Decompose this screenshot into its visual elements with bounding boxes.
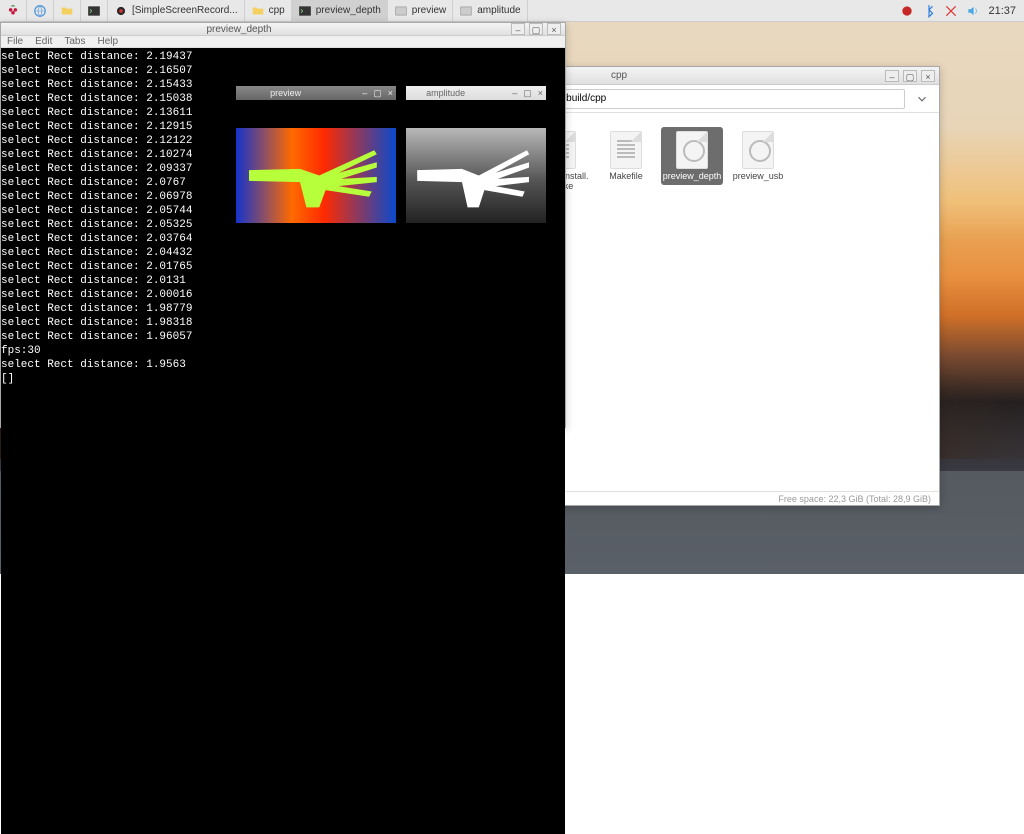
taskbar: [SimpleScreenRecord... cpp preview_depth… (0, 0, 1024, 22)
minimize-button[interactable]: – (509, 86, 520, 100)
maximize-button[interactable]: ▢ (520, 86, 535, 100)
taskbar-item-label: preview_depth (316, 5, 381, 16)
record-indicator-icon[interactable] (900, 4, 914, 18)
terminal-menubar: File Edit Tabs Help (1, 36, 565, 48)
folder-icon (251, 4, 265, 18)
taskbar-item-label: amplitude (477, 5, 520, 16)
preview-window: preview – ▢ × (236, 58, 396, 251)
minimize-button[interactable]: – (511, 23, 525, 35)
taskbar-item-recorder[interactable]: [SimpleScreenRecord... (108, 0, 245, 21)
browser-button[interactable] (27, 0, 54, 21)
file-name: preview_depth (663, 171, 722, 181)
status-right: Free space: 22,3 GiB (Total: 28,9 GiB) (778, 494, 931, 504)
window-icon (459, 4, 473, 18)
close-button[interactable]: × (535, 86, 546, 100)
raspberry-icon (6, 4, 20, 18)
taskbar-item-previewdepth[interactable]: preview_depth (292, 0, 388, 21)
taskbar-item-label: [SimpleScreenRecord... (132, 5, 238, 16)
path-dropdown-button[interactable] (911, 88, 933, 110)
file-name: preview_usb (733, 171, 784, 181)
volume-icon[interactable] (966, 4, 980, 18)
file-item[interactable]: preview_depth (661, 127, 723, 185)
preview-title: preview (212, 86, 359, 100)
executable-icon (742, 131, 774, 169)
maximize-button[interactable]: ▢ (529, 23, 543, 35)
menu-edit[interactable]: Edit (35, 36, 52, 47)
file-name: Makefile (609, 171, 643, 181)
terminal-body[interactable]: select Rect distance: 2.19437 select Rec… (1, 48, 565, 834)
window-title: preview_depth (0, 24, 511, 35)
minimize-button[interactable]: – (359, 86, 370, 100)
close-button[interactable]: × (547, 23, 561, 35)
filemanager-button[interactable] (54, 0, 81, 21)
record-icon (114, 4, 128, 18)
chevron-down-icon (915, 92, 929, 106)
terminal-icon (87, 4, 101, 18)
depth-image (236, 128, 396, 223)
file-item[interactable]: preview_usb (727, 127, 789, 185)
minimize-button[interactable]: – (885, 70, 899, 82)
hand-shape (417, 142, 529, 209)
folder-icon (60, 4, 74, 18)
taskbar-item-label: preview (412, 5, 446, 16)
hand-shape (249, 142, 377, 209)
system-tray: 21:37 (892, 4, 1024, 18)
menu-help[interactable]: Help (97, 36, 118, 47)
taskbar-item-preview[interactable]: preview (388, 0, 453, 21)
taskbar-item-cpp[interactable]: cpp (245, 0, 292, 21)
close-button[interactable]: × (921, 70, 935, 82)
preview-titlebar[interactable]: preview – ▢ × (236, 86, 396, 100)
terminal-button[interactable] (81, 0, 108, 21)
file-icon (610, 131, 642, 169)
executable-icon (676, 131, 708, 169)
terminal-icon (298, 4, 312, 18)
amplitude-window: amplitude – ▢ × (406, 58, 546, 251)
amplitude-title: amplitude (382, 86, 509, 100)
bluetooth-icon[interactable] (922, 4, 936, 18)
clock[interactable]: 21:37 (988, 5, 1016, 17)
taskbar-item-label: cpp (269, 5, 285, 16)
menu-file[interactable]: File (7, 36, 23, 47)
maximize-button[interactable]: ▢ (903, 70, 917, 82)
globe-icon (33, 4, 47, 18)
amplitude-titlebar[interactable]: amplitude – ▢ × (406, 86, 546, 100)
menu-tabs[interactable]: Tabs (64, 36, 85, 47)
window-titlebar[interactable]: preview_depth – ▢ × (1, 23, 565, 36)
terminal-window: preview_depth – ▢ × File Edit Tabs Help … (0, 22, 566, 428)
window-icon (394, 4, 408, 18)
file-item[interactable]: Makefile (595, 127, 657, 185)
network-offline-icon[interactable] (944, 4, 958, 18)
menu-button[interactable] (0, 0, 27, 21)
taskbar-item-amplitude[interactable]: amplitude (453, 0, 527, 21)
amplitude-image (406, 128, 546, 223)
